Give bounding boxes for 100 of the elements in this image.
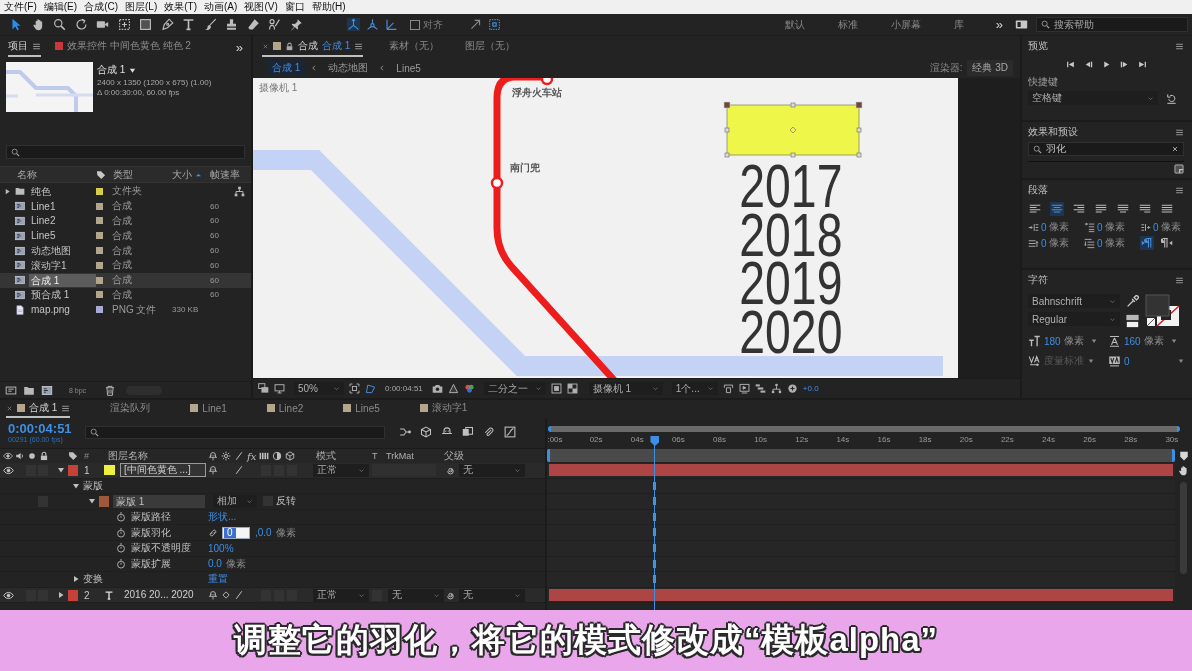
hand-icon[interactable] bbox=[1178, 465, 1189, 476]
item-name[interactable]: 预合成 1 bbox=[29, 288, 72, 302]
fit-frame-icon[interactable] bbox=[349, 383, 360, 394]
item-name[interactable]: Line5 bbox=[29, 229, 58, 243]
more-workspaces-arrows[interactable]: » bbox=[995, 17, 1003, 32]
item-name[interactable]: 纯色 bbox=[29, 184, 53, 198]
brush-icon[interactable] bbox=[203, 18, 217, 31]
snap-checkbox[interactable] bbox=[409, 19, 420, 30]
shortcut-dropdown[interactable]: 空格键 bbox=[1028, 91, 1158, 105]
property-value[interactable]: ,0.0 bbox=[255, 527, 272, 539]
indent-value[interactable]: 0 bbox=[1097, 221, 1103, 233]
track-matte-dropdown[interactable]: 无 bbox=[388, 588, 444, 602]
caret-down-icon[interactable] bbox=[1178, 358, 1184, 364]
parent-dropdown[interactable]: 无 bbox=[459, 588, 525, 602]
label-color-swatch[interactable] bbox=[96, 187, 103, 195]
stamp-icon[interactable] bbox=[225, 18, 238, 31]
menu-icon[interactable] bbox=[1175, 127, 1184, 137]
layer-name[interactable]: [中间色黄色 ...] bbox=[120, 463, 206, 478]
camera-icon[interactable] bbox=[431, 383, 443, 394]
menu-item[interactable]: 动画(A) bbox=[201, 0, 241, 14]
paperclip-icon[interactable] bbox=[483, 426, 495, 438]
axis-icon[interactable] bbox=[346, 18, 360, 31]
timeline-tab[interactable]: Line1 bbox=[190, 400, 227, 418]
item-name[interactable]: 动态地图 bbox=[29, 244, 73, 258]
camera-dropdown[interactable]: 摄像机 1 bbox=[588, 382, 663, 395]
item-name[interactable]: Line2 bbox=[29, 214, 58, 228]
caret-down-icon[interactable] bbox=[1090, 338, 1097, 344]
column-header[interactable]: 父级 bbox=[444, 449, 464, 463]
justify-last-left-icon[interactable] bbox=[1094, 202, 1108, 216]
help-search-field[interactable]: 搜索帮助 bbox=[1036, 17, 1188, 32]
label-color-swatch[interactable] bbox=[96, 306, 103, 314]
menu-item[interactable]: 视图(V) bbox=[241, 0, 281, 14]
workspace-option[interactable]: 默认 bbox=[784, 17, 805, 32]
diagonal-arrow-icon[interactable] bbox=[468, 18, 482, 31]
menu-icon[interactable] bbox=[354, 41, 364, 51]
panel-tab[interactable]: 合成 合成 1 bbox=[262, 37, 364, 57]
quality-slash-icon[interactable] bbox=[234, 590, 244, 601]
property-value[interactable]: 100% bbox=[208, 542, 234, 554]
view-layout-dropdown[interactable]: 1个... bbox=[671, 382, 718, 395]
timeline-tab[interactable]: 合成 1 bbox=[6, 400, 71, 418]
step-forward-icon[interactable] bbox=[1119, 59, 1129, 69]
item-name[interactable]: Line1 bbox=[29, 199, 58, 213]
parent-dropdown[interactable]: 无 bbox=[459, 463, 525, 477]
pen-icon[interactable] bbox=[160, 18, 174, 31]
panel-corner-icon[interactable] bbox=[1174, 164, 1184, 174]
column-header[interactable]: 模式 bbox=[310, 449, 372, 463]
stopwatch-icon[interactable] bbox=[116, 558, 126, 569]
selected-value-text[interactable]: 0 bbox=[224, 527, 236, 538]
font-family-dropdown[interactable]: Bahnschrift bbox=[1028, 294, 1120, 308]
color-chip-icon[interactable] bbox=[447, 383, 459, 394]
value-input-field[interactable]: 0 bbox=[222, 526, 250, 539]
indent-value[interactable]: 0 bbox=[1153, 221, 1159, 233]
indent-value[interactable]: 0 bbox=[1097, 237, 1103, 249]
label-color-swatch[interactable] bbox=[96, 232, 103, 240]
menu-item[interactable]: 图层(L) bbox=[122, 0, 161, 14]
triangle-down-icon[interactable] bbox=[72, 481, 80, 490]
indent-value[interactable]: 0 bbox=[1041, 237, 1047, 249]
item-name[interactable]: 滚动字1 bbox=[29, 258, 69, 272]
current-timecode[interactable]: 0:00:04:51 bbox=[385, 384, 423, 393]
reset-link[interactable]: 重置 bbox=[208, 572, 228, 587]
menu-item[interactable]: 合成(C) bbox=[81, 0, 121, 14]
shy-switch-icon[interactable] bbox=[208, 590, 218, 601]
triangle-down-icon[interactable] bbox=[88, 497, 96, 506]
menu-icon[interactable] bbox=[1175, 275, 1184, 285]
breadcrumb-item[interactable]: Line5 bbox=[391, 61, 426, 75]
checkerboard-icon[interactable] bbox=[566, 383, 578, 394]
triangle-right-icon[interactable] bbox=[4, 187, 11, 195]
panel-tab[interactable]: 图层（无） bbox=[465, 37, 516, 57]
stopwatch-icon[interactable] bbox=[116, 512, 126, 523]
label-color-swatch[interactable] bbox=[96, 291, 103, 299]
leading-value[interactable]: 160 bbox=[1124, 335, 1141, 347]
panel-tab[interactable]: 效果控件 中间色黄色 纯色 2 bbox=[55, 37, 191, 57]
rotate-icon[interactable] bbox=[74, 18, 88, 31]
column-header[interactable]: TrkMat bbox=[386, 451, 444, 461]
triangle-down-icon[interactable] bbox=[57, 466, 65, 475]
layer-duration-bar[interactable] bbox=[549, 588, 1173, 601]
text-direction-rtl-icon[interactable] bbox=[1160, 236, 1174, 250]
label-color-swatch[interactable] bbox=[96, 247, 103, 255]
stopwatch-icon[interactable] bbox=[116, 543, 126, 554]
fast-preview-icon[interactable] bbox=[738, 383, 750, 394]
workspace-option[interactable]: 标准 bbox=[837, 17, 858, 32]
layer-name[interactable]: 2016 20... 2020 bbox=[120, 588, 206, 603]
blend-mode-dropdown[interactable]: 正常 bbox=[313, 463, 369, 477]
workspace-option[interactable]: 库 bbox=[953, 17, 964, 32]
text-direction-ltr-icon[interactable] bbox=[1140, 236, 1154, 250]
square-icon[interactable] bbox=[139, 18, 152, 31]
column-header[interactable]: 名称 bbox=[0, 167, 96, 182]
font-size-value[interactable]: 180 bbox=[1044, 335, 1061, 347]
video-camera-icon[interactable] bbox=[96, 18, 109, 31]
quality-slash-icon[interactable] bbox=[234, 465, 244, 476]
property-group-name[interactable]: 变换 bbox=[83, 572, 103, 587]
eye-icon[interactable] bbox=[3, 464, 14, 476]
roto-brush-icon[interactable] bbox=[268, 18, 281, 31]
skip-to-end-icon[interactable] bbox=[1137, 59, 1147, 69]
flowchart-icon[interactable] bbox=[234, 185, 245, 197]
mini-flowchart-icon[interactable] bbox=[399, 426, 411, 438]
indent-value[interactable]: 0 bbox=[1041, 221, 1047, 233]
menu-icon[interactable] bbox=[32, 41, 41, 51]
tracking-value[interactable]: 0 bbox=[1124, 355, 1130, 367]
panel-tab[interactable]: 项目 bbox=[8, 37, 41, 57]
